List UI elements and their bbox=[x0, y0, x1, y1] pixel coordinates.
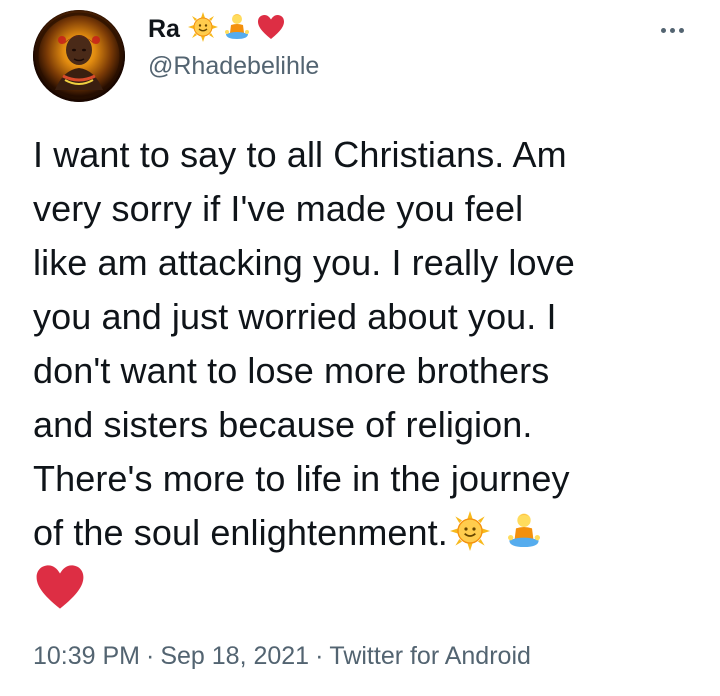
meta-separator: · bbox=[146, 642, 155, 670]
avatar[interactable] bbox=[33, 10, 125, 102]
tweet-text-line: very sorry if I've made you feel bbox=[33, 188, 524, 229]
author-name-row[interactable]: Ra bbox=[148, 11, 286, 47]
tweet-text-last-line: of the soul enlightenment. bbox=[33, 506, 703, 560]
person-in-lotus-position-icon bbox=[222, 12, 252, 47]
tweet-emoji-line bbox=[33, 560, 703, 614]
author-handle[interactable]: @Rhadebelihle bbox=[148, 52, 319, 81]
meta-separator: · bbox=[315, 642, 324, 670]
tweet-date[interactable]: Sep 18, 2021 bbox=[160, 642, 309, 670]
tweet-time[interactable]: 10:39 PM bbox=[33, 642, 140, 670]
tweet-text: I want to say to all Christians. Am very… bbox=[33, 128, 703, 614]
more-options-button[interactable] bbox=[652, 18, 692, 42]
author-display-name[interactable]: Ra bbox=[148, 15, 180, 44]
tweet-text-line: I want to say to all Christians. Am bbox=[33, 134, 567, 175]
tweet-text-line: of the soul enlightenment. bbox=[33, 512, 448, 553]
tweet-meta: 10:39 PM · Sep 18, 2021 · Twitter for Androi… bbox=[33, 642, 531, 671]
red-heart-icon bbox=[256, 12, 286, 47]
avatar-image bbox=[33, 10, 125, 102]
tweet-text-line: There's more to life in the journey bbox=[33, 458, 570, 499]
tweet-text-line: you and just worried about you. I bbox=[33, 296, 557, 337]
more-dot-icon bbox=[660, 27, 666, 33]
tweet-card: Ra @Rhadebelihle I want to say to all Ch… bbox=[0, 0, 720, 696]
tweet-text-line: and sisters because of religion. bbox=[33, 404, 533, 445]
red-heart-icon bbox=[33, 560, 87, 629]
sun-face-icon bbox=[187, 11, 218, 47]
person-in-lotus-position-icon bbox=[504, 511, 544, 566]
sun-face-icon bbox=[449, 511, 490, 566]
tweet-text-line: like am attacking you. I really love bbox=[33, 242, 575, 283]
tweet-source-link[interactable]: Twitter for Android bbox=[329, 642, 530, 670]
more-dot-icon bbox=[669, 27, 675, 33]
tweet-text-line: don't want to lose more brothers bbox=[33, 350, 550, 391]
more-dot-icon bbox=[678, 27, 684, 33]
